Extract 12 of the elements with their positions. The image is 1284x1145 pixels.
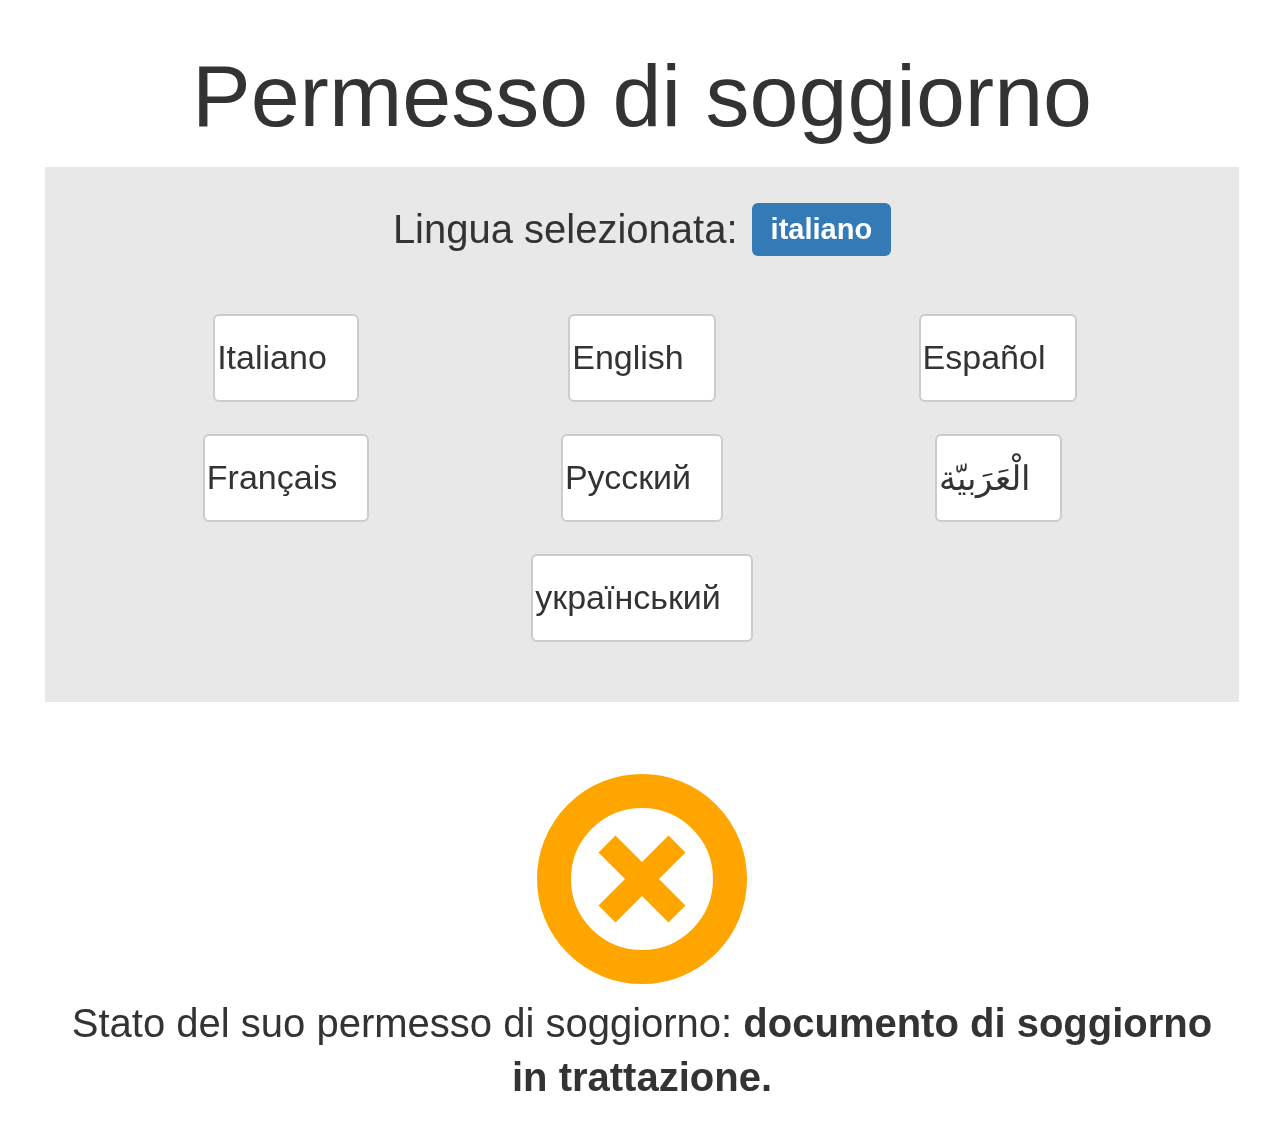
language-button[interactable]: український <box>531 553 753 642</box>
selected-language-label: Lingua selezionata: <box>392 206 738 252</box>
status-message: Stato del suo permesso di soggiorno: documento di soggiorno in trattazione. <box>70 999 1214 1101</box>
status-x-icon <box>537 773 747 984</box>
language-button[interactable]: Español <box>918 313 1078 402</box>
selected-language-badge: italiano <box>751 202 892 256</box>
language-button[interactable]: Русский <box>560 433 724 522</box>
language-button[interactable]: English <box>568 313 716 402</box>
language-button[interactable]: Italiano <box>213 313 359 402</box>
language-button[interactable]: Français <box>202 433 370 522</box>
page-title: Permesso di soggiorno <box>192 48 1092 145</box>
language-button[interactable]: الْعَرَبيّة <box>934 433 1062 522</box>
